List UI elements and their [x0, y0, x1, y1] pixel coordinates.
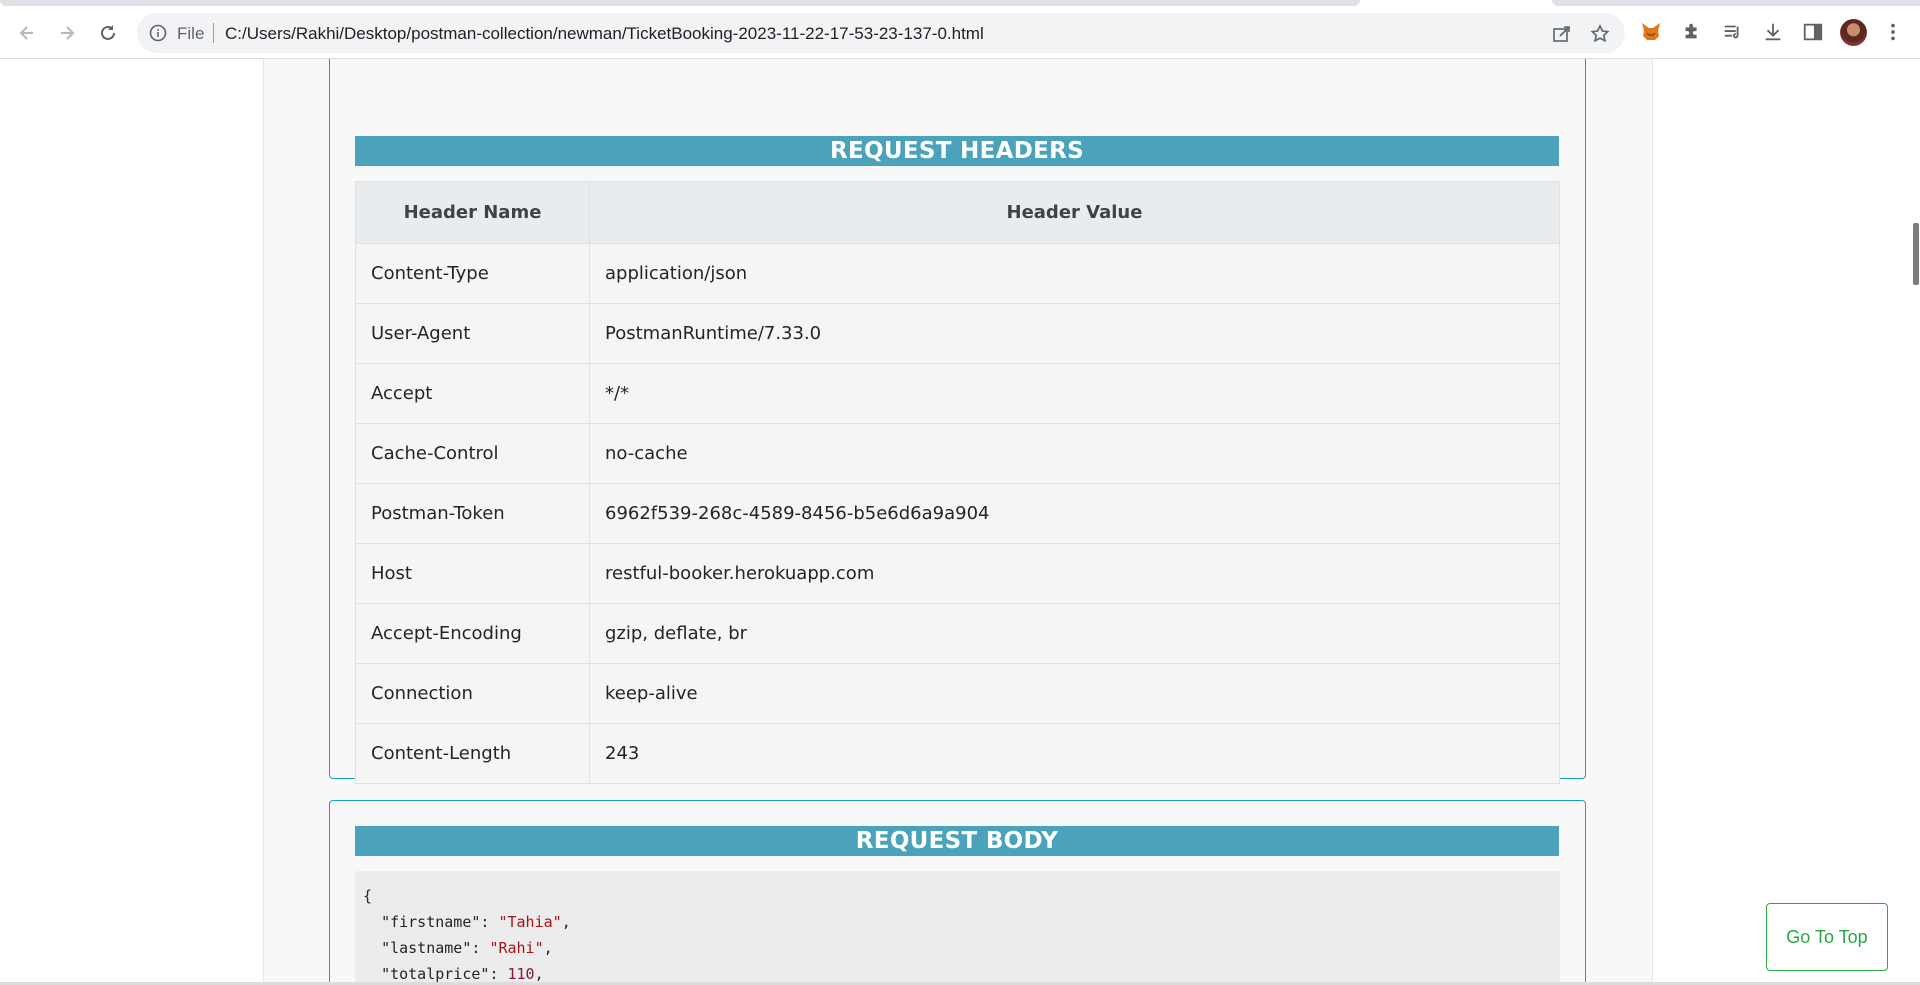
request-headers-card: REQUEST HEADERS Header Name Header Value…: [329, 59, 1586, 784]
url-text[interactable]: C:/Users/Rakhi/Desktop/postman-collectio…: [225, 24, 984, 44]
reload-button[interactable]: [91, 16, 125, 50]
table-row: User-Agent PostmanRuntime/7.33.0: [355, 303, 1560, 364]
json-key: "lastname": [381, 939, 472, 957]
table-row: Connection keep-alive: [355, 663, 1560, 724]
table-row: Cache-Control no-cache: [355, 423, 1560, 484]
header-value-cell: 6962f539-268c-4589-8456-b5e6d6a9a904: [589, 483, 1560, 544]
column-header-name: Header Name: [355, 181, 590, 244]
header-value-cell: PostmanRuntime/7.33.0: [589, 303, 1560, 364]
json-string-value: "Tahia": [498, 913, 562, 931]
header-value-cell: gzip, deflate, br: [589, 603, 1560, 664]
json-number-value: 110: [507, 965, 535, 983]
downloads-button[interactable]: [1761, 20, 1785, 44]
tab-edge[interactable]: [1552, 0, 1920, 6]
go-to-top-button[interactable]: Go To Top: [1766, 903, 1888, 971]
media-queue-icon: [1724, 25, 1739, 39]
active-tab-edge[interactable]: [0, 0, 1360, 6]
header-value-cell: */*: [589, 363, 1560, 424]
tab-strip: [0, 0, 1920, 7]
kebab-menu-icon: [1891, 23, 1895, 41]
header-name-cell: Postman-Token: [355, 483, 590, 544]
header-value-cell: restful-booker.herokuapp.com: [589, 543, 1560, 604]
scheme-label: File: [177, 24, 205, 43]
column-header-value: Header Value: [589, 181, 1560, 244]
address-bar[interactable]: File C:/Users/Rakhi/Desktop/postman-coll…: [137, 13, 1625, 53]
media-queue-button[interactable]: [1721, 20, 1745, 44]
back-icon: [19, 26, 33, 40]
json-string-value: "Rahi": [489, 939, 544, 957]
header-name-cell: User-Agent: [355, 303, 590, 364]
request-body-title: REQUEST BODY: [355, 826, 1559, 856]
forward-icon: [61, 26, 75, 40]
share-icon[interactable]: [1551, 23, 1573, 45]
extensions-puzzle-icon: [1685, 23, 1697, 39]
request-body-card: REQUEST BODY { "firstname": "Tahia", "la…: [329, 800, 1586, 985]
table-row: Host restful-booker.herokuapp.com: [355, 543, 1560, 604]
header-name-cell: Content-Type: [355, 243, 590, 304]
header-value-cell: application/json: [589, 243, 1560, 304]
json-open-brace: {: [363, 887, 373, 905]
forward-button[interactable]: [50, 16, 84, 50]
scrollbar-thumb[interactable]: [1913, 223, 1919, 285]
header-value-cell: keep-alive: [589, 663, 1560, 724]
page-scrollbar[interactable]: [1911, 59, 1920, 985]
download-icon: [1765, 23, 1781, 41]
table-row: Accept-Encoding gzip, deflate, br: [355, 603, 1560, 664]
request-headers-table: Header Name Header Value Content-Type ap…: [355, 181, 1560, 784]
header-name-cell: Cache-Control: [355, 423, 590, 484]
request-body-json: { "firstname": "Tahia", "lastname": "Rah…: [355, 871, 1560, 985]
star-icon[interactable]: [1589, 23, 1611, 45]
header-name-cell: Host: [355, 543, 590, 604]
info-icon[interactable]: [149, 24, 167, 42]
extensions-button[interactable]: [1680, 20, 1704, 44]
header-name-cell: Accept: [355, 363, 590, 424]
back-button[interactable]: [10, 16, 44, 50]
reload-icon: [101, 25, 115, 40]
header-value-cell: no-cache: [589, 423, 1560, 484]
table-row: Content-Type application/json: [355, 243, 1560, 304]
metamask-extension-button[interactable]: [1639, 20, 1663, 44]
page-viewport: REQUEST HEADERS Header Name Header Value…: [0, 59, 1920, 985]
json-key: "firstname": [381, 913, 481, 931]
metamask-fox-icon: [1642, 23, 1660, 40]
request-headers-title: REQUEST HEADERS: [355, 136, 1559, 166]
side-panel-button[interactable]: [1801, 20, 1825, 44]
table-row: Postman-Token 6962f539-268c-4589-8456-b5…: [355, 483, 1560, 544]
profile-avatar[interactable]: [1840, 19, 1867, 46]
table-row: Accept */*: [355, 363, 1560, 424]
header-value-cell: 243: [589, 723, 1560, 784]
browser-toolbar: File C:/Users/Rakhi/Desktop/postman-coll…: [0, 7, 1920, 59]
browser-menu-button[interactable]: [1881, 20, 1905, 44]
omnibox-separator: [213, 23, 214, 43]
header-name-cell: Accept-Encoding: [355, 603, 590, 664]
header-name-cell: Content-Length: [355, 723, 590, 784]
table-header-row: Header Name Header Value: [355, 181, 1560, 244]
table-row: Content-Length 243: [355, 723, 1560, 784]
json-key: "totalprice": [381, 965, 490, 983]
report-container: REQUEST HEADERS Header Name Header Value…: [263, 59, 1653, 985]
header-name-cell: Connection: [355, 663, 590, 724]
side-panel-icon: [1803, 23, 1823, 41]
